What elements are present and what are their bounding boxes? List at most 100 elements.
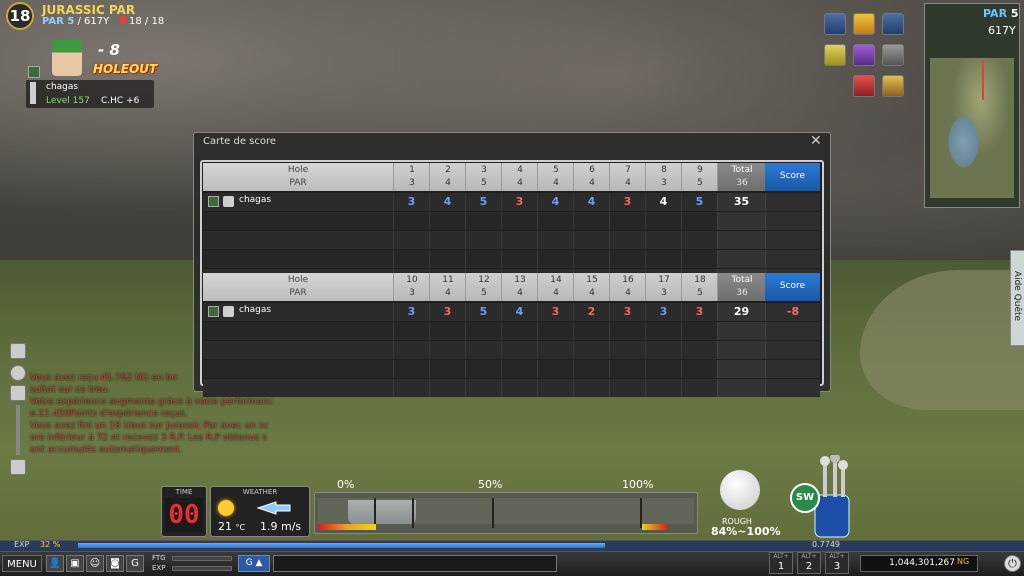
empty-cell	[573, 250, 609, 268]
empty-cell	[573, 322, 609, 340]
chat-log: Vous avez reçu 41.762 NG en bo sultat sur…	[30, 372, 300, 456]
close-icon[interactable]: ✕	[810, 133, 822, 149]
empty-cell	[537, 250, 573, 268]
empty-cell	[393, 341, 429, 359]
empty-cell	[393, 250, 429, 268]
chat-scrollbar[interactable]	[16, 405, 20, 455]
weather-label: WEATHER	[242, 488, 278, 496]
empty-cell	[573, 360, 609, 378]
set-item-icon[interactable]	[853, 75, 875, 97]
exp-value: 0.7749	[812, 540, 840, 549]
chat-tab-icon[interactable]	[10, 343, 26, 359]
empty-cell	[681, 250, 717, 268]
hole-header: Hole PAR	[203, 273, 393, 301]
scroll-up-icon[interactable]	[10, 385, 26, 401]
profile-icon[interactable]: 👤	[46, 555, 64, 572]
chat-mode-select[interactable]: G ▲	[238, 555, 270, 572]
alt-label: ALT+	[801, 553, 817, 560]
empty-cell	[573, 341, 609, 359]
exp-fill	[78, 543, 606, 548]
player-level: Level 157	[46, 96, 90, 106]
quest-help-tab[interactable]: Aide Quête	[1010, 250, 1024, 346]
hole-par: 4	[445, 178, 451, 188]
score-header: Score	[765, 273, 820, 301]
empty-score-row	[203, 341, 820, 359]
stroke-cell: 3	[681, 303, 717, 321]
friends-icon[interactable]: ☺	[86, 555, 104, 572]
alt-number: 3	[833, 561, 841, 572]
hole-column-header: 15 4	[573, 273, 609, 301]
minimap-yardage: 617Y	[988, 24, 1016, 37]
score-header: Score	[765, 163, 820, 191]
empty-cell	[393, 322, 429, 340]
empty-score	[765, 231, 820, 249]
scorecard-title: Carte de score	[203, 136, 277, 147]
tee-icon[interactable]	[882, 44, 904, 66]
hole-number: 6	[589, 165, 595, 175]
empty-score-row	[203, 322, 820, 340]
hole-par: 3	[661, 288, 667, 298]
exp-label: EXP	[14, 540, 30, 549]
hole-par: 4	[625, 288, 631, 298]
expand-icon[interactable]	[882, 13, 904, 35]
hole-par: 4	[445, 288, 451, 298]
rank-icon	[223, 306, 234, 317]
empty-cell	[681, 360, 717, 378]
hole-par: 4	[589, 178, 595, 188]
exp-small-label: EXP	[152, 564, 166, 572]
alt-label: ALT+	[829, 553, 845, 560]
player-name: chagas	[239, 195, 272, 205]
minimap-par-value: 5	[1010, 7, 1019, 20]
sun-icon	[218, 500, 234, 516]
stroke-cell: 3	[501, 193, 537, 211]
hole-par: PAR 5	[42, 16, 75, 27]
empty-cell	[537, 212, 573, 230]
scorecard-header: Hole PAR 10 3 11 4 12 5 13 4 14 4 15 4 16 4 17 3 18 5 Total 3…	[203, 273, 820, 303]
hole-par: 4	[553, 178, 559, 188]
vip-icon[interactable]	[853, 13, 875, 35]
hole-yardage: 617Y	[84, 16, 110, 27]
empty-score-row	[203, 231, 820, 249]
chat-line: Vous avez reçu 41.762 NG en bo	[30, 373, 177, 383]
alt-slot-1[interactable]: ALT+ 1	[769, 552, 793, 574]
empty-cell	[537, 379, 573, 397]
power-icon[interactable]: ⏻	[1004, 555, 1021, 572]
empty-cell	[465, 379, 501, 397]
empty-cell	[501, 212, 537, 230]
empty-cell	[609, 341, 645, 359]
inventory-icon[interactable]: ▣	[66, 555, 84, 572]
empty-score	[765, 322, 820, 340]
hole-par: 4	[553, 288, 559, 298]
empty-cell	[645, 322, 681, 340]
set-bonus-icon[interactable]	[882, 75, 904, 97]
stroke-cell: 3	[429, 303, 465, 321]
time-label: TIME	[175, 488, 193, 496]
camera-icon[interactable]: ◙	[106, 555, 124, 572]
buff-icon[interactable]	[853, 44, 875, 66]
hole-number: 8	[661, 165, 667, 175]
flag-icon	[120, 16, 126, 24]
chat-settings-icon[interactable]	[10, 365, 26, 381]
upgrade-icon[interactable]	[824, 13, 846, 35]
alt-slot-3[interactable]: ALT+ 3	[825, 552, 849, 574]
scroll-down-icon[interactable]	[10, 459, 26, 475]
alt-slot-2[interactable]: ALT+ 2	[797, 552, 821, 574]
empty-cell	[573, 212, 609, 230]
item-slot-icon[interactable]	[824, 44, 846, 66]
chat-input[interactable]	[273, 555, 557, 572]
empty-cell	[465, 250, 501, 268]
temperature: 21 °C	[218, 520, 245, 533]
hole-label: Hole	[287, 165, 309, 175]
menu-button[interactable]: MENU	[2, 555, 42, 572]
hole-column-header: 13 4	[501, 273, 537, 301]
guild-icon[interactable]: G	[126, 555, 144, 572]
club-badge[interactable]: SW	[790, 483, 820, 513]
team-icon	[208, 306, 219, 317]
power-label-50: 50%	[478, 478, 503, 491]
chat-line: ore inférieur à 72 et recevez 3 R.P. Les…	[30, 433, 267, 443]
empty-cell	[393, 231, 429, 249]
score-to-par: - 8	[98, 41, 120, 59]
course-map[interactable]	[930, 58, 1014, 198]
empty-total	[717, 379, 765, 397]
time-value: 00	[165, 498, 203, 532]
